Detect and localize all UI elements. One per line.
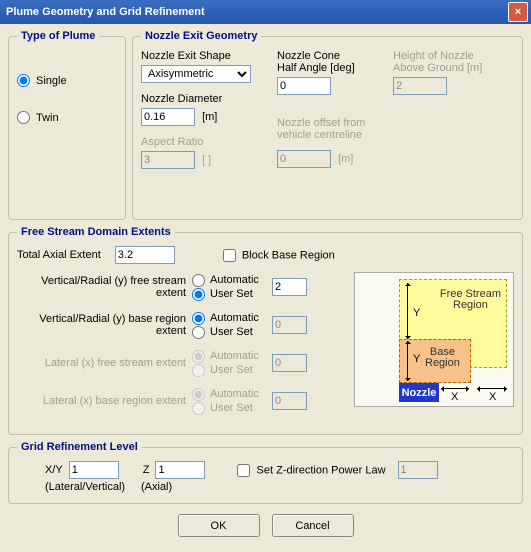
- extent-1-auto-radio[interactable]: [192, 312, 205, 325]
- total-axial-input[interactable]: [115, 246, 175, 264]
- ok-button[interactable]: OK: [178, 514, 260, 537]
- nozzle-diameter-unit: [m]: [202, 111, 217, 123]
- z-sublabel: (Axial): [141, 481, 172, 493]
- extent-3-input: [272, 392, 307, 410]
- plume-twin-label: Twin: [36, 112, 59, 124]
- nozzle-height-label: Height of Nozzle Above Ground [m]: [393, 50, 513, 74]
- block-base-checkbox[interactable]: [223, 249, 236, 262]
- extent-2-auto-radio: [192, 350, 205, 363]
- nozzle-diameter-input[interactable]: [141, 108, 195, 126]
- extent-1-input: [272, 316, 307, 334]
- nozzle-shape-label: Nozzle Exit Shape: [141, 50, 271, 62]
- nozzle-box: Nozzle: [399, 383, 439, 402]
- extent-label-3: Lateral (x) base region extent: [17, 395, 192, 407]
- plume-legend: Type of Plume: [17, 30, 99, 42]
- nozzle-offset-label: Nozzle offset from vehicle centreline: [277, 117, 387, 141]
- nozzle-legend: Nozzle Exit Geometry: [141, 30, 261, 42]
- y-axis-label-1: Y: [413, 307, 420, 319]
- x-arrow-icon: [441, 388, 469, 389]
- y-axis-label-2: Y: [413, 353, 420, 365]
- nozzle-diameter-label: Nozzle Diameter: [141, 93, 271, 105]
- plume-single-label: Single: [36, 75, 67, 87]
- grid-refinement-group: Grid Refinement Level X/Y Z Set Z-direct…: [8, 441, 523, 504]
- y-arrow-icon: [407, 283, 408, 339]
- nozzle-height-input: [393, 77, 447, 95]
- nozzle-geometry-group: Nozzle Exit Geometry Nozzle Exit Shape A…: [132, 30, 523, 220]
- z-label: Z: [143, 464, 150, 476]
- power-law-input: [398, 461, 438, 479]
- grid-legend: Grid Refinement Level: [17, 441, 142, 453]
- xy-label: X/Y: [45, 464, 63, 476]
- aspect-ratio-input: [141, 151, 195, 169]
- xy-input[interactable]: [69, 461, 119, 479]
- extent-label-0: Vertical/Radial (y) free stream extent: [17, 275, 192, 299]
- domain-legend: Free Stream Domain Extents: [17, 226, 175, 238]
- block-base-checkbox-label[interactable]: Block Base Region: [223, 249, 335, 262]
- power-law-checkbox[interactable]: [237, 464, 250, 477]
- extent-0-user-radio[interactable]: [192, 288, 205, 301]
- domain-diagram: Free Stream Region Base Region Nozzle Y …: [354, 272, 514, 407]
- plume-single-radio[interactable]: [17, 74, 30, 87]
- y-arrow-icon: [407, 341, 408, 381]
- nozzle-offset-unit: [m]: [338, 153, 353, 165]
- extent-label-2: Lateral (x) free stream extent: [17, 357, 192, 369]
- plume-type-group: Type of Plume Single Twin: [8, 30, 126, 220]
- extent-2-user-radio: [192, 364, 205, 377]
- nozzle-shape-select[interactable]: Axisymmetric: [141, 65, 251, 83]
- title-bar: Plume Geometry and Grid Refinement ×: [0, 0, 531, 24]
- domain-extents-group: Free Stream Domain Extents Total Axial E…: [8, 226, 523, 435]
- power-law-checkbox-label[interactable]: Set Z-direction Power Law: [237, 464, 385, 477]
- aspect-ratio-unit: [ ]: [202, 154, 211, 166]
- x-arrow-icon: [477, 388, 507, 389]
- aspect-ratio-label: Aspect Ratio: [141, 136, 271, 148]
- nozzle-offset-input: [277, 150, 331, 168]
- extent-3-user-radio: [192, 402, 205, 415]
- z-input[interactable]: [155, 461, 205, 479]
- close-icon[interactable]: ×: [508, 2, 528, 22]
- title-text: Plume Geometry and Grid Refinement: [6, 6, 508, 18]
- xy-sublabel: (Lateral/Vertical): [45, 481, 135, 493]
- extent-1-user-radio[interactable]: [192, 326, 205, 339]
- plume-twin-radio[interactable]: [17, 111, 30, 124]
- extent-0-auto-radio[interactable]: [192, 274, 205, 287]
- x-axis-label-1: X: [451, 391, 458, 403]
- total-axial-label: Total Axial Extent: [17, 249, 101, 261]
- extent-3-auto-radio: [192, 388, 205, 401]
- extent-2-input: [272, 354, 307, 372]
- extent-label-1: Vertical/Radial (y) base region extent: [17, 313, 192, 337]
- cancel-button[interactable]: Cancel: [272, 514, 354, 537]
- cone-angle-input[interactable]: [277, 77, 331, 95]
- base-region-label: Base Region: [425, 347, 460, 369]
- free-stream-label: Free Stream Region: [440, 289, 501, 311]
- cone-angle-label: Nozzle Cone Half Angle [deg]: [277, 50, 387, 74]
- x-axis-label-2: X: [489, 391, 496, 403]
- extent-0-input[interactable]: [272, 278, 307, 296]
